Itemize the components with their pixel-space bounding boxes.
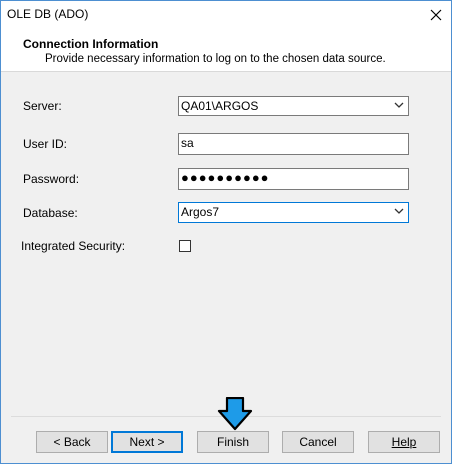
database-value: Argos7 [181,205,220,219]
finish-button[interactable]: Finish [197,431,269,453]
title-bar: OLE DB (ADO) [1,1,451,29]
server-combobox[interactable]: QA01\ARGOS [178,96,409,116]
database-label: Database: [23,206,78,220]
close-icon [430,9,442,21]
userid-value: sa [181,136,194,150]
header-title: Connection Information [23,37,159,51]
header-subtitle: Provide necessary information to log on … [45,53,386,65]
chevron-down-icon[interactable] [394,208,404,215]
close-button[interactable] [421,1,451,29]
integrated-security-label: Integrated Security: [21,239,126,253]
password-label: Password: [23,172,80,186]
chevron-down-icon[interactable] [394,102,404,109]
database-combobox[interactable]: Argos7 [178,202,409,223]
help-button[interactable]: Help [368,431,440,453]
dialog-window: OLE DB (ADO) Connection Information Prov… [0,0,452,464]
down-arrow-icon [217,397,253,431]
userid-field[interactable]: sa [178,133,409,155]
next-button[interactable]: Next > [111,431,183,453]
password-value: ●●●●●●●●●● [181,170,270,185]
back-button[interactable]: < Back [36,431,108,453]
window-title: OLE DB (ADO) [7,7,89,21]
userid-label: User ID: [23,137,68,151]
server-label: Server: [23,99,62,113]
integrated-security-checkbox[interactable] [179,240,191,252]
server-value: QA01\ARGOS [181,99,259,113]
password-field[interactable]: ●●●●●●●●●● [178,168,409,190]
wizard-header: Connection Information Provide necessary… [1,29,451,72]
cancel-button[interactable]: Cancel [282,431,354,453]
